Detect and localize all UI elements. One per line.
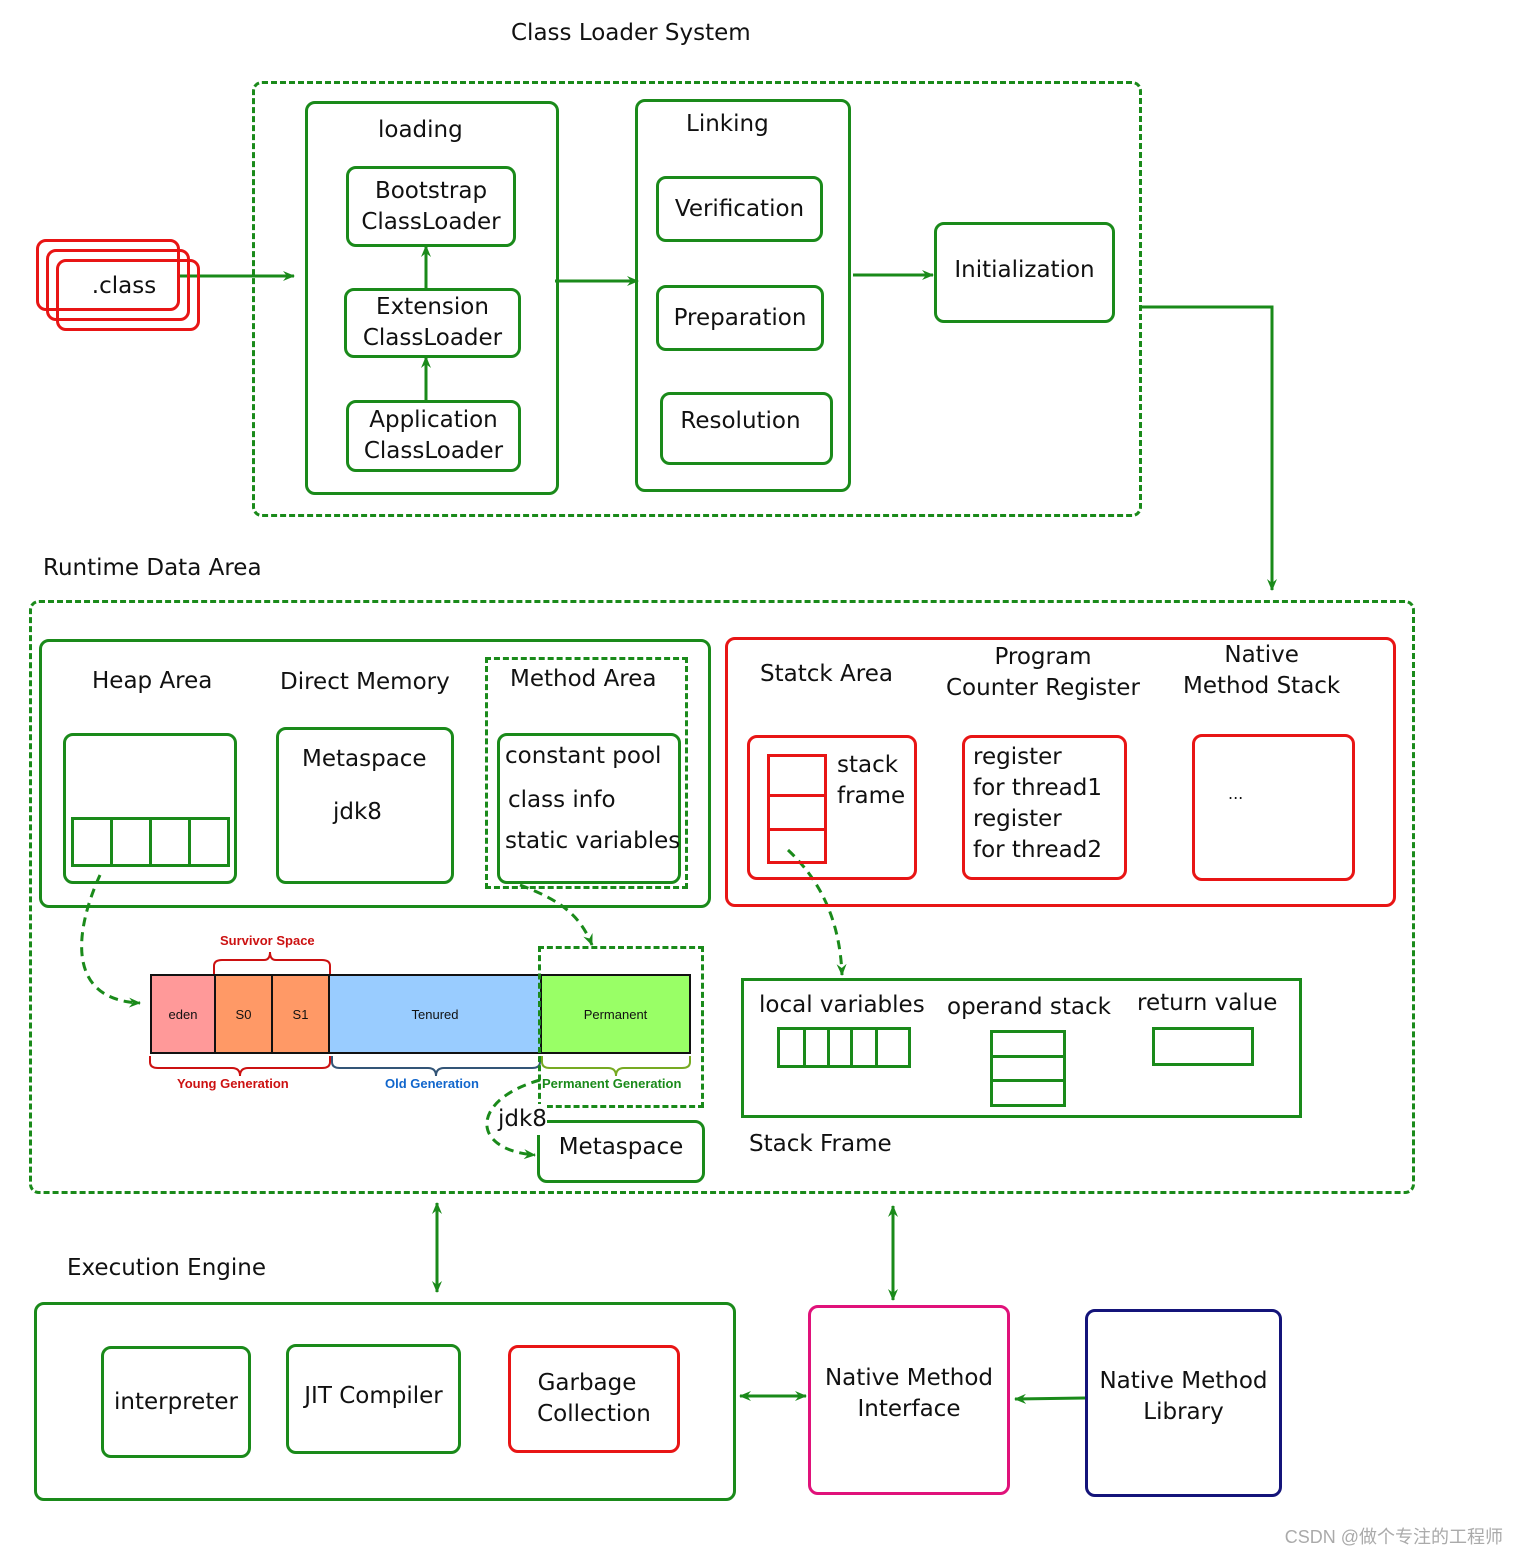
eden-space[interactable]: eden [150,974,216,1054]
method-item: static variables [505,828,681,854]
local-variable-slot [803,1027,830,1068]
jdk8-label: jdk8 [498,1104,547,1135]
permanent-generation-group [538,946,704,1108]
direct-memory-title: Direct Memory [280,669,450,695]
native-stack-ellipsis: ... [1228,784,1244,803]
watermark: CSDN @做个专注的工程师 [1284,1527,1503,1547]
method-item: class info [508,787,616,813]
arrow-init-to-runtime [1142,305,1277,591]
old-generation-label: Old Generation [385,1076,479,1091]
runtime-title: Runtime Data Area [43,555,262,581]
s1-space[interactable]: S1 [271,974,330,1054]
metaspace[interactable]: Metaspace [537,1120,705,1183]
tenured-space[interactable]: Tenured [328,974,542,1054]
s0-space[interactable]: S0 [214,974,273,1054]
application-classloader[interactable]: Application ClassLoader [346,400,521,472]
survivor-space-label: Survivor Space [220,933,315,948]
local-variable-slot [777,1027,806,1068]
young-generation-label: Young Generation [177,1076,289,1091]
native-stack-title: Native Method Stack [1183,642,1341,699]
native-method-stack[interactable] [1192,734,1355,881]
method-item: constant pool [505,743,662,769]
pc-register-content: register for thread1 register for thread2 [973,744,1102,863]
operand-stack-label: operand stack [947,994,1111,1020]
heap-cell [188,817,230,867]
stack-frame-label: stack frame [837,752,906,809]
heap-cell [71,817,113,867]
initialization[interactable]: Initialization [934,222,1115,323]
heap-cell [110,817,152,867]
resolution[interactable]: Resolution [660,392,833,465]
native-method-library[interactable]: Native Method Library [1085,1309,1282,1497]
operand-stack-slot [990,1079,1066,1107]
loading-title: loading [378,117,463,143]
heap-cell [149,817,191,867]
pc-register-title: Program Counter Register [946,644,1140,701]
stack-frame-title: Stack Frame [749,1131,892,1157]
preparation[interactable]: Preparation [656,285,824,351]
bootstrap-classloader[interactable]: Bootstrap ClassLoader [346,166,516,247]
direct-jdk8-label: jdk8 [333,799,382,825]
heap-title: Heap Area [92,668,213,694]
local-variables-label: local variables [759,992,925,1018]
interpreter[interactable]: interpreter [101,1346,251,1458]
class-file[interactable]: .class [56,259,200,331]
local-variable-slot [850,1027,878,1068]
return-value-label: return value [1137,990,1278,1016]
linking-title: Linking [686,111,769,137]
method-area-title: Method Area [510,666,657,692]
class-loader-title: Class Loader System [511,20,751,46]
direct-metaspace-label: Metaspace [302,746,427,772]
execution-title: Execution Engine [67,1255,267,1281]
stack-frame-cell [767,828,827,864]
operand-stack-slot [990,1030,1066,1058]
verification[interactable]: Verification [656,176,823,242]
stack-frame-cell [767,754,827,797]
local-variable-slot [875,1027,911,1068]
survivor-brace [213,951,331,974]
stack-area-title: Statck Area [760,661,893,687]
jit-compiler[interactable]: JIT Compiler [286,1344,461,1454]
native-method-interface[interactable]: Native Method Interface [808,1305,1010,1495]
garbage-collection[interactable]: Garbage Collection [508,1345,680,1453]
arrow-library-to-interface [1014,1393,1086,1404]
return-value-slot [1152,1027,1254,1066]
extension-classloader[interactable]: Extension ClassLoader [344,288,521,358]
operand-stack-slot [990,1055,1066,1082]
stack-frame-cell [767,794,827,831]
